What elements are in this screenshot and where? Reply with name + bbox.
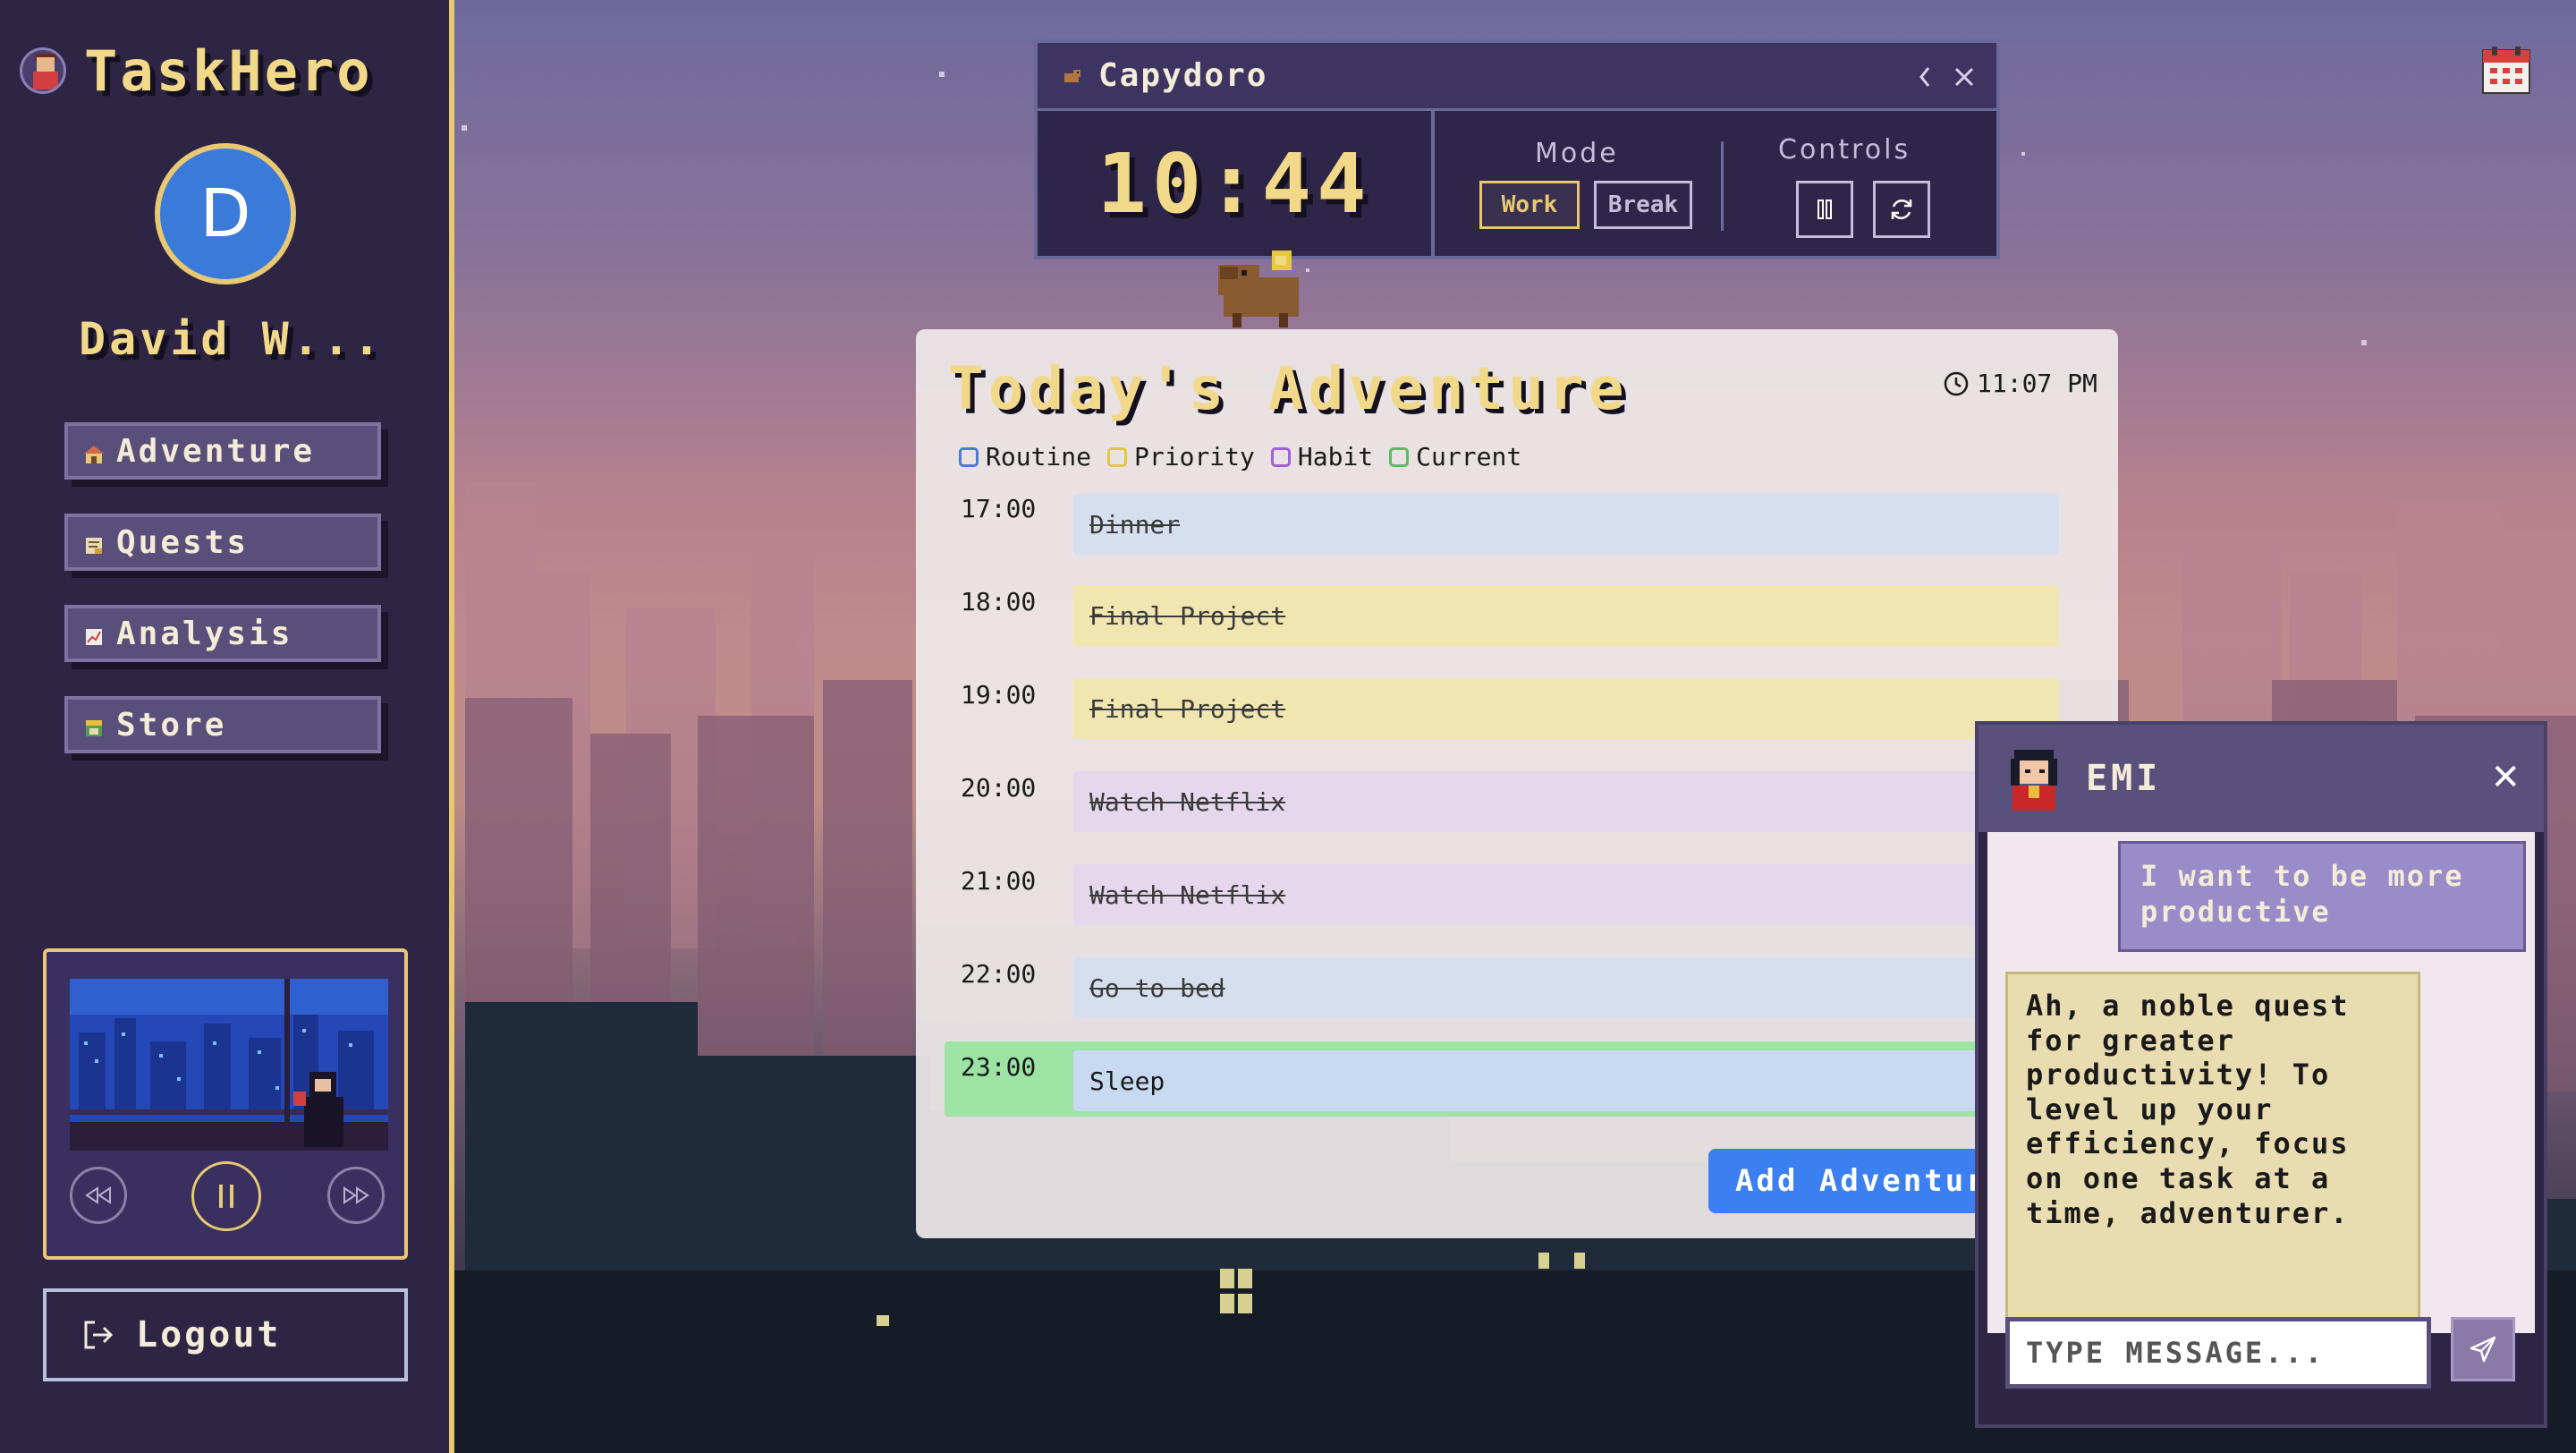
adventure-title: Today's Adventure bbox=[948, 354, 1629, 423]
close-icon[interactable] bbox=[1953, 66, 1975, 88]
divider bbox=[1721, 141, 1724, 231]
chart-icon bbox=[86, 629, 102, 645]
timer-header[interactable]: Capydoro bbox=[1038, 43, 1996, 111]
timer-display: 10:44 bbox=[1038, 111, 1435, 256]
pomodoro-timer: Capydoro 10:44 Mode Controls Work Break bbox=[1034, 39, 2000, 259]
schedule-task[interactable]: Final Project bbox=[1073, 678, 2059, 739]
timer-reset-button[interactable] bbox=[1873, 181, 1930, 238]
fast-forward-button[interactable] bbox=[327, 1167, 385, 1224]
pause-icon bbox=[1818, 200, 1832, 219]
user-avatar[interactable]: D bbox=[155, 143, 296, 285]
legend-habit: Habit bbox=[1270, 442, 1374, 472]
logout-button[interactable]: Logout bbox=[43, 1288, 408, 1381]
nav-analysis[interactable]: Analysis bbox=[64, 605, 381, 662]
schedule-time: 21:00 bbox=[961, 866, 1037, 896]
hero-avatar-icon bbox=[20, 47, 66, 94]
logout-label: Logout bbox=[136, 1314, 282, 1355]
capybara-icon bbox=[1064, 69, 1080, 82]
nav-label-quests: Quests bbox=[116, 523, 250, 561]
task-label: Dinner bbox=[1089, 509, 1181, 540]
legend-routine: Routine bbox=[959, 442, 1091, 472]
schedule-time: 18:00 bbox=[961, 587, 1037, 616]
scroll-icon bbox=[86, 538, 102, 554]
legend-swatch-habit bbox=[1270, 446, 1291, 467]
schedule-time: 23:00 bbox=[961, 1052, 1037, 1082]
schedule-task[interactable]: Final Project bbox=[1073, 585, 2059, 646]
controls-label: Controls bbox=[1778, 134, 1911, 166]
close-icon[interactable]: ✕ bbox=[2490, 757, 2521, 798]
rewind-button[interactable] bbox=[70, 1167, 127, 1224]
mode-break-button[interactable]: Break bbox=[1594, 181, 1692, 229]
legend-current: Current bbox=[1389, 442, 1521, 472]
logout-icon bbox=[84, 1321, 114, 1349]
task-label: Final Project bbox=[1089, 600, 1286, 631]
chat-header: EMI ✕ bbox=[1979, 725, 2544, 832]
emi-avatar bbox=[2011, 750, 2057, 811]
music-artwork-image bbox=[70, 979, 388, 1151]
schedule-time: 20:00 bbox=[961, 773, 1037, 803]
schedule-time: 22:00 bbox=[961, 959, 1037, 989]
rewind-icon bbox=[85, 1186, 111, 1204]
schedule-task[interactable]: Dinner bbox=[1073, 494, 2059, 555]
schedule-task[interactable]: Watch Netflix bbox=[1073, 864, 2059, 925]
legend-swatch-priority bbox=[1107, 446, 1128, 467]
legend-swatch-routine bbox=[959, 446, 979, 467]
clock-icon bbox=[1944, 371, 1969, 395]
chat-panel: EMI ✕ I want to be more productive Ah, a… bbox=[1975, 721, 2547, 1428]
schedule-task[interactable]: Go to bed bbox=[1073, 957, 2059, 1018]
collapse-icon[interactable] bbox=[1916, 64, 1934, 89]
legend: Routine Priority Habit Current bbox=[959, 442, 1538, 472]
schedule-time: 17:00 bbox=[961, 494, 1037, 523]
schedule-task[interactable]: Watch Netflix bbox=[1073, 771, 2059, 832]
task-label: Final Project bbox=[1089, 693, 1286, 724]
legend-label-priority: Priority bbox=[1134, 442, 1255, 472]
fast-forward-icon bbox=[343, 1186, 369, 1204]
chat-messages: I want to be more productive Ah, a noble… bbox=[1987, 832, 2535, 1333]
refresh-icon bbox=[1891, 199, 1912, 220]
legend-label-current: Current bbox=[1416, 442, 1522, 472]
house-icon bbox=[84, 446, 104, 463]
legend-swatch-current bbox=[1389, 446, 1410, 467]
nav-label-adventure: Adventure bbox=[116, 432, 316, 470]
capybara-mascot bbox=[1218, 251, 1299, 327]
nav-store[interactable]: Store bbox=[64, 696, 381, 753]
pause-button[interactable] bbox=[191, 1161, 261, 1231]
legend-label-routine: Routine bbox=[986, 442, 1092, 472]
timer-time: 10:44 bbox=[1097, 135, 1372, 232]
timer-title: Capydoro bbox=[1098, 57, 1268, 94]
calendar-icon[interactable] bbox=[2481, 45, 2531, 95]
timer-pause-button[interactable] bbox=[1796, 181, 1853, 238]
todays-adventure-panel: Today's Adventure 11:07 PM Routine Prior… bbox=[916, 329, 2118, 1238]
sidebar: TaskHero D David W... Adventure Quests A… bbox=[0, 0, 454, 1453]
task-label: Watch Netflix bbox=[1089, 879, 1286, 910]
task-label: Sleep bbox=[1089, 1066, 1165, 1096]
mode-label: Mode bbox=[1535, 138, 1619, 169]
send-icon bbox=[2470, 1336, 2496, 1363]
bot-message: Ah, a noble quest for greater productivi… bbox=[2005, 972, 2420, 1333]
app-logo[interactable]: TaskHero bbox=[20, 38, 373, 104]
task-label: Go to bed bbox=[1089, 973, 1225, 1003]
schedule-time: 19:00 bbox=[961, 680, 1037, 710]
mode-work-button[interactable]: Work bbox=[1479, 181, 1580, 229]
current-time: 11:07 PM bbox=[1943, 369, 2097, 398]
nav-label-analysis: Analysis bbox=[116, 615, 293, 652]
user-message: I want to be more productive bbox=[2118, 841, 2526, 952]
user-name: David W... bbox=[79, 313, 385, 365]
pause-icon bbox=[219, 1185, 233, 1208]
schedule-task-current[interactable]: Sleep bbox=[1073, 1050, 2021, 1111]
chat-bot-name: EMI bbox=[2086, 758, 2162, 799]
app-title: TaskHero bbox=[84, 38, 373, 104]
send-button[interactable] bbox=[2451, 1317, 2515, 1381]
shop-icon bbox=[86, 720, 102, 736]
task-label: Watch Netflix bbox=[1089, 786, 1286, 817]
legend-label-habit: Habit bbox=[1297, 442, 1374, 472]
nav-label-store: Store bbox=[116, 706, 227, 743]
chat-input[interactable] bbox=[2005, 1317, 2431, 1389]
nav-quests[interactable]: Quests bbox=[64, 514, 381, 571]
music-player bbox=[43, 948, 408, 1260]
legend-priority: Priority bbox=[1107, 442, 1255, 472]
current-time-text: 11:07 PM bbox=[1977, 369, 2097, 398]
nav-adventure[interactable]: Adventure bbox=[64, 422, 381, 480]
